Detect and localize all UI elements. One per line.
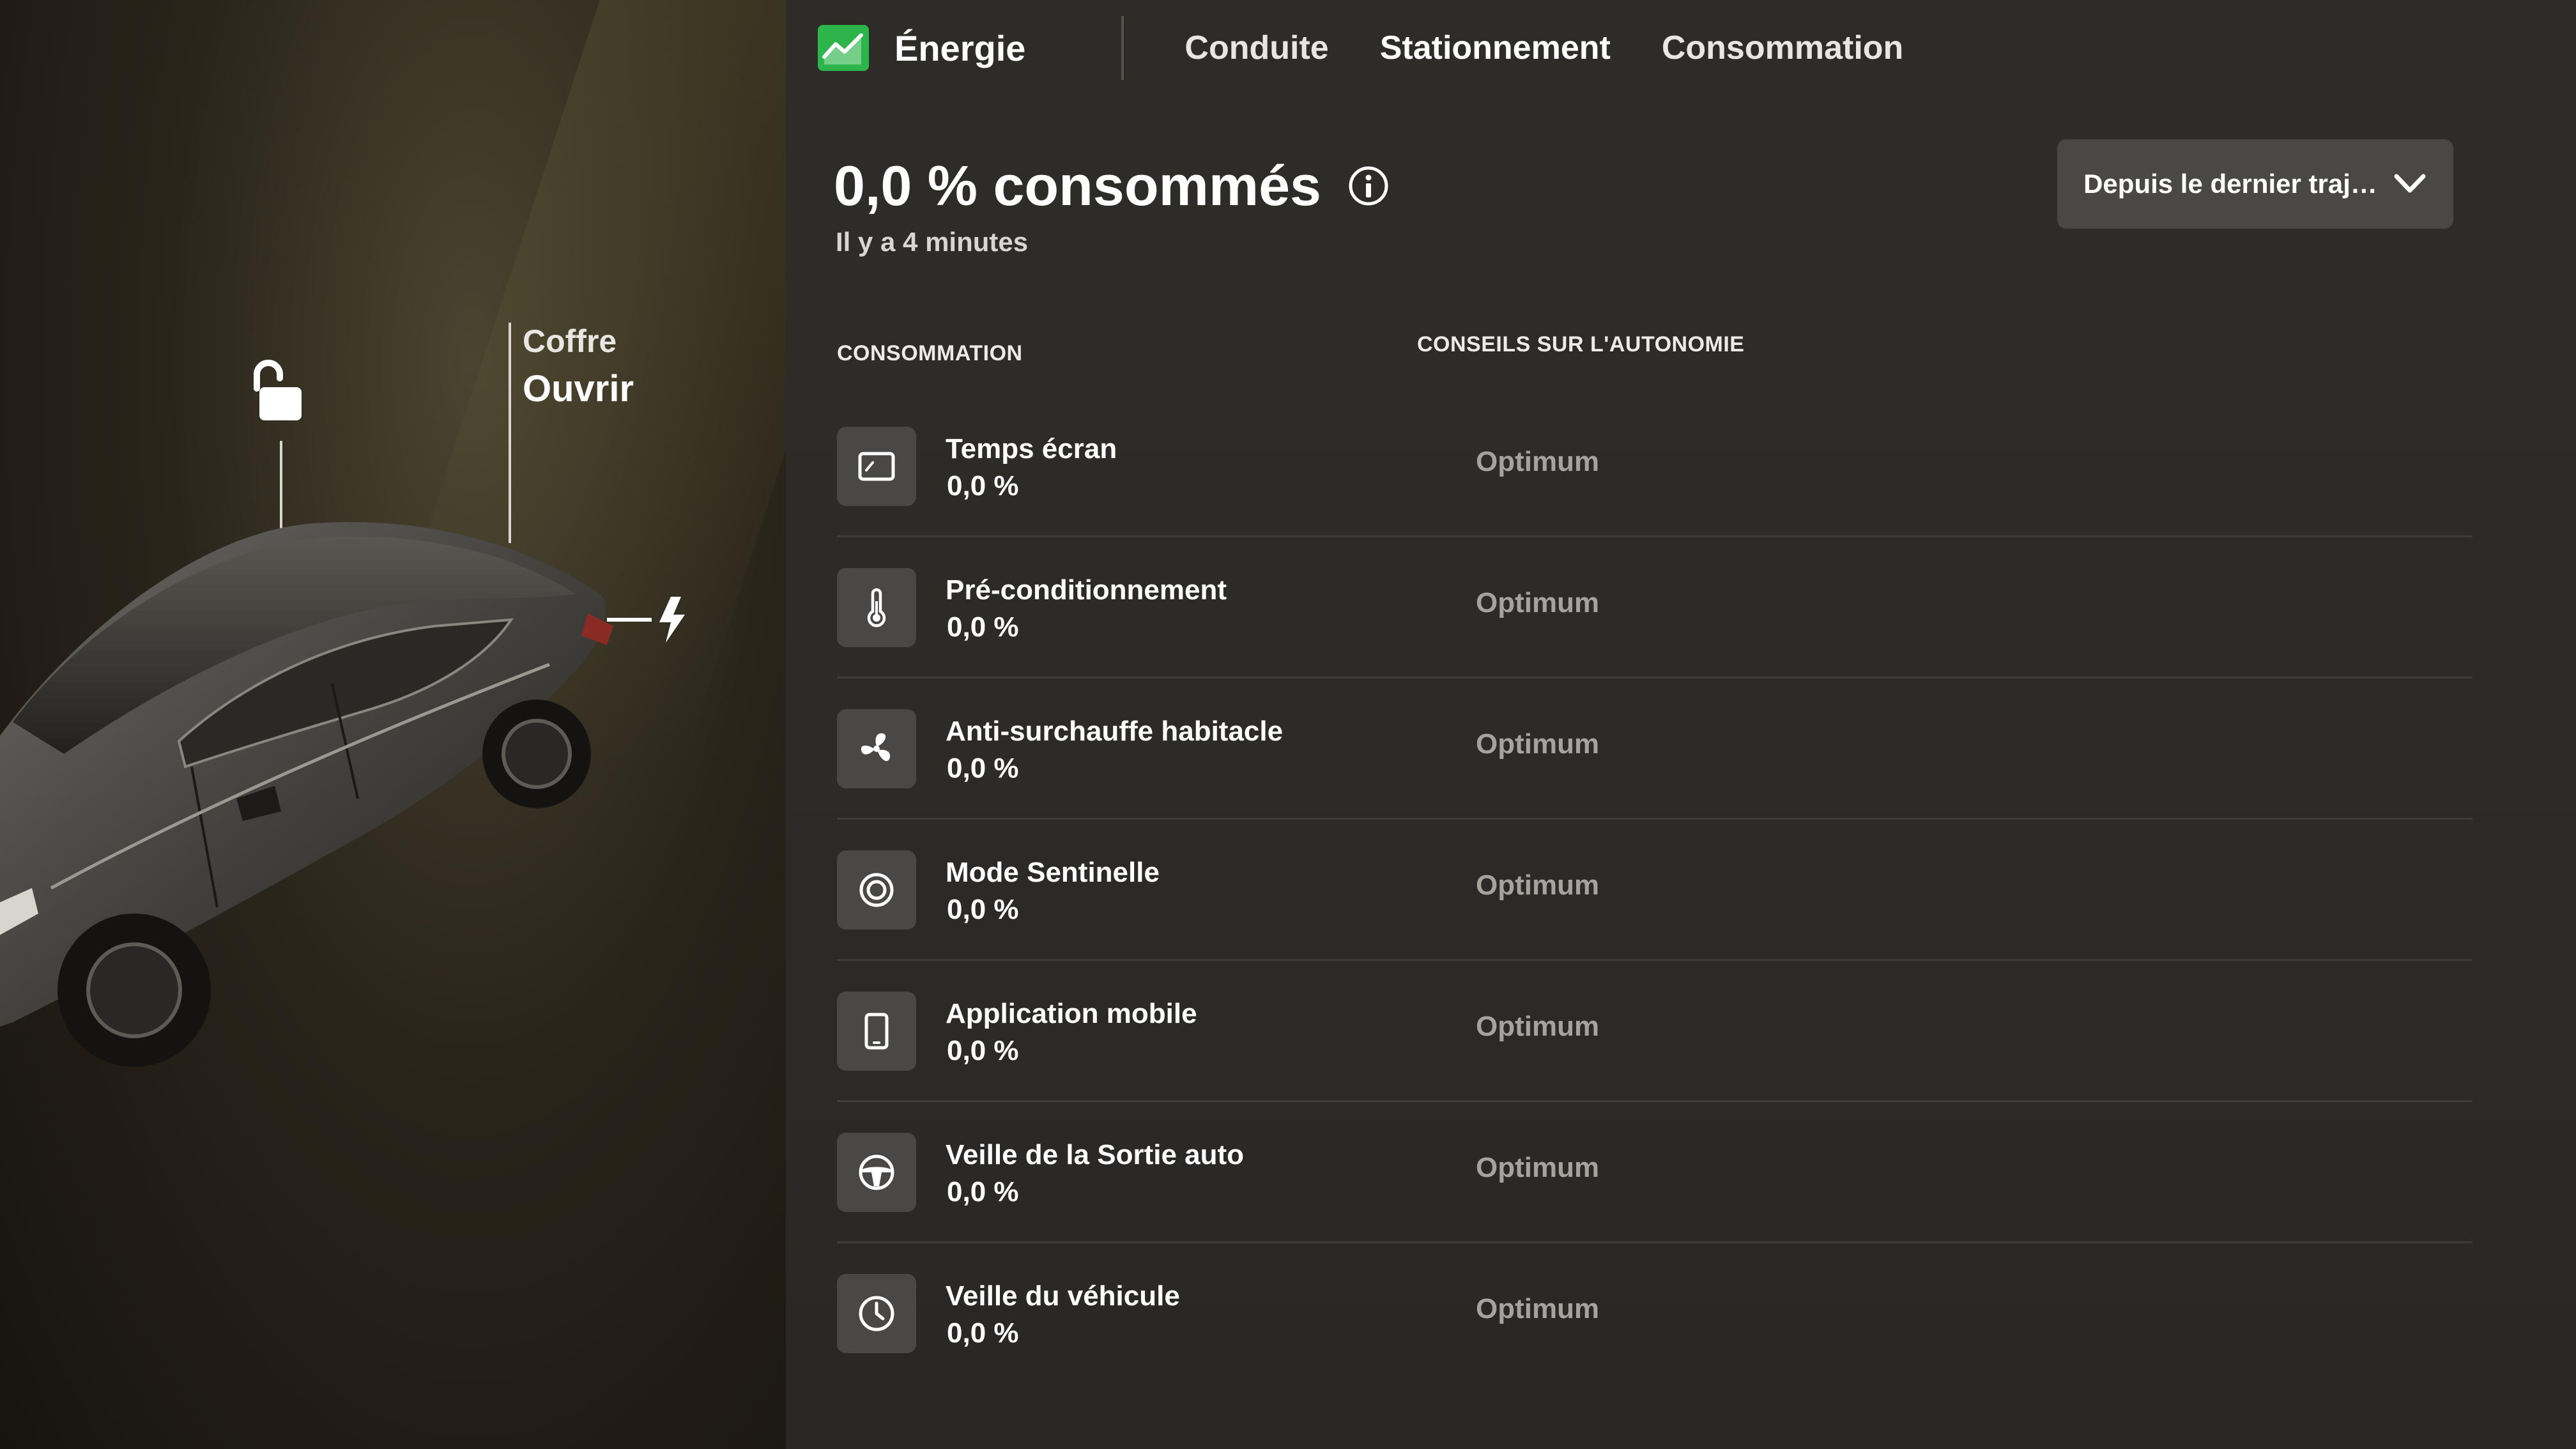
tab-consommation[interactable]: Consommation bbox=[1662, 29, 1903, 67]
row-label: Mode Sentinelle bbox=[946, 857, 1160, 888]
row-icon-box bbox=[837, 1274, 916, 1353]
row-value: 0,0 % bbox=[947, 753, 1019, 784]
screen-icon bbox=[858, 452, 895, 481]
row-advice: Optimum bbox=[1476, 446, 1600, 477]
clock-icon bbox=[859, 1296, 894, 1331]
lightning-bolt-icon[interactable] bbox=[607, 594, 696, 645]
row-label: Application mobile bbox=[946, 998, 1197, 1029]
page-title: Énergie bbox=[894, 27, 1026, 68]
row-advice: Optimum bbox=[1476, 1293, 1600, 1324]
consumption-row-screen[interactable]: Temps écran 0,0 % Optimum bbox=[837, 396, 2472, 537]
thermometer-icon bbox=[867, 588, 886, 627]
unlocked-padlock-icon[interactable] bbox=[243, 358, 313, 428]
consumption-headline: 0,0 % consommés bbox=[834, 154, 1321, 217]
row-value: 0,0 % bbox=[947, 894, 1019, 925]
consumption-row-vehicle-standby[interactable]: Veille du véhicule 0,0 % Optimum bbox=[837, 1243, 2472, 1383]
row-advice: Optimum bbox=[1476, 587, 1600, 618]
last-updated-text: Il y a 4 minutes bbox=[836, 227, 1029, 257]
sentry-eye-icon bbox=[859, 873, 894, 907]
row-label: Temps écran bbox=[946, 433, 1117, 464]
tab-stationnement[interactable]: Stationnement bbox=[1380, 29, 1611, 67]
energy-panel: Énergie Conduite Stationnement Consommat… bbox=[786, 0, 2576, 1449]
consumption-summary: 0,0 % consommés bbox=[834, 153, 1390, 218]
row-advice: Optimum bbox=[1476, 870, 1600, 901]
vehicle-panel: Coffre Ouvrir bbox=[0, 0, 953, 1449]
row-label: Veille du véhicule bbox=[946, 1280, 1180, 1312]
row-value: 0,0 % bbox=[947, 1176, 1019, 1208]
info-circle-icon[interactable] bbox=[1347, 164, 1390, 208]
period-select-value: Depuis le dernier traj… bbox=[2083, 169, 2377, 199]
row-advice: Optimum bbox=[1476, 1152, 1600, 1183]
trunk-open-button[interactable]: Ouvrir bbox=[523, 367, 634, 410]
tab-conduite[interactable]: Conduite bbox=[1184, 29, 1328, 67]
consumption-row-sentry[interactable]: Mode Sentinelle 0,0 % Optimum bbox=[837, 820, 2472, 961]
energy-nav: Énergie Conduite Stationnement Consommat… bbox=[818, 13, 1954, 83]
trunk-label: Coffre bbox=[523, 323, 617, 359]
energy-graph-icon bbox=[818, 25, 869, 71]
consumption-row-preconditioning[interactable]: Pré-conditionnement 0,0 % Optimum bbox=[837, 537, 2472, 678]
column-header-consumption: CONSOMMATION bbox=[837, 341, 1023, 365]
row-label: Anti-surchauffe habitacle bbox=[946, 716, 1284, 747]
energy-screen: Coffre Ouvrir Énergie Conduite Stationne… bbox=[0, 0, 2576, 1449]
row-label: Pré-conditionnement bbox=[946, 574, 1227, 606]
consumption-row-mobile-app[interactable]: Application mobile 0,0 % Optimum bbox=[837, 961, 2472, 1102]
fan-icon bbox=[861, 733, 891, 762]
period-select[interactable]: Depuis le dernier traj… bbox=[2057, 139, 2453, 229]
nav-divider bbox=[1121, 16, 1124, 80]
consumption-list: Temps écran 0,0 % Optimum Pré-conditionn… bbox=[837, 396, 2472, 1383]
consumption-row-cabin-overheat[interactable]: Anti-surchauffe habitacle 0,0 % Optimum bbox=[837, 678, 2472, 820]
row-icon-box bbox=[837, 992, 916, 1071]
row-value: 0,0 % bbox=[947, 470, 1019, 502]
phone-icon bbox=[864, 1013, 889, 1050]
row-icon-box bbox=[837, 1133, 916, 1212]
row-advice: Optimum bbox=[1476, 728, 1600, 760]
chevron-down-icon bbox=[2394, 174, 2426, 193]
row-icon-box bbox=[837, 709, 916, 788]
row-icon-box bbox=[837, 568, 916, 647]
row-label: Veille de la Sortie auto bbox=[946, 1139, 1245, 1170]
vehicle-image bbox=[0, 522, 613, 1067]
row-value: 0,0 % bbox=[947, 1035, 1019, 1066]
row-icon-box bbox=[837, 427, 916, 506]
steering-wheel-icon bbox=[859, 1154, 894, 1190]
row-advice: Optimum bbox=[1476, 1011, 1600, 1042]
consumption-row-summon-standby[interactable]: Veille de la Sortie auto 0,0 % Optimum bbox=[837, 1102, 2472, 1243]
row-icon-box bbox=[837, 850, 916, 930]
column-header-advice: CONSEILS SUR L'AUTONOMIE bbox=[1417, 332, 1745, 356]
row-value: 0,0 % bbox=[947, 1317, 1019, 1349]
row-value: 0,0 % bbox=[947, 611, 1019, 643]
